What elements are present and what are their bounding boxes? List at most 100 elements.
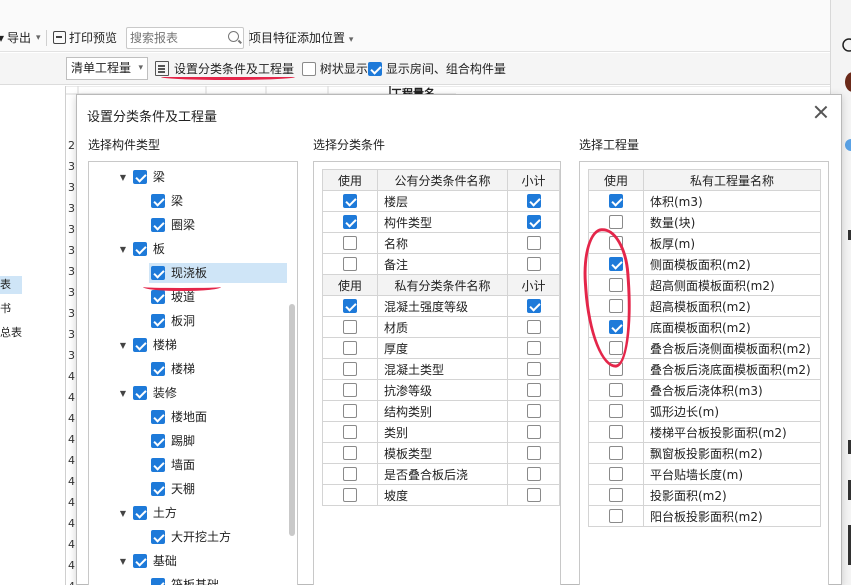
table-row[interactable]: 备注	[322, 253, 560, 275]
use-checkbox[interactable]	[343, 446, 357, 460]
use-checkbox[interactable]	[609, 383, 623, 397]
use-checkbox[interactable]	[343, 236, 357, 250]
tree-node[interactable]: 墙面	[151, 455, 195, 475]
use-checkbox[interactable]	[343, 257, 357, 271]
subtotal-cell[interactable]	[507, 316, 560, 338]
table-row[interactable]: 是否叠合板后浇	[322, 463, 560, 485]
use-cell[interactable]	[322, 484, 378, 506]
subtotal-cell[interactable]	[507, 400, 560, 422]
subtotal-checkbox[interactable]	[526, 425, 541, 439]
tree-node[interactable]: 现浇板	[149, 263, 287, 283]
use-cell[interactable]	[322, 211, 378, 233]
use-cell[interactable]	[322, 463, 378, 485]
subtotal-checkbox[interactable]	[526, 446, 541, 460]
use-checkbox[interactable]	[343, 341, 357, 355]
table-row[interactable]: 弧形边长(m)	[588, 400, 821, 422]
tree-node[interactable]: 筏板基础	[151, 575, 219, 585]
expand-arrow-icon[interactable]: ▼	[117, 552, 129, 572]
table-row[interactable]: 材质	[322, 316, 560, 338]
subtotal-checkbox[interactable]	[526, 488, 541, 502]
use-cell[interactable]	[588, 379, 644, 401]
use-checkbox[interactable]	[609, 404, 623, 418]
tree-node-checkbox[interactable]	[132, 242, 147, 256]
use-checkbox[interactable]	[343, 194, 357, 208]
table-row[interactable]: 楼层	[322, 190, 560, 212]
export-button[interactable]: 导出	[7, 28, 31, 48]
use-checkbox[interactable]	[343, 299, 357, 313]
use-checkbox[interactable]	[343, 467, 357, 481]
show-room-toggle[interactable]: 显示房间、组合构件量	[368, 59, 506, 79]
table-row[interactable]: 类别	[322, 421, 560, 443]
tree-node[interactable]: 板洞	[151, 311, 195, 331]
subtotal-checkbox[interactable]	[526, 299, 541, 313]
table-row[interactable]: 飘窗板投影面积(m2)	[588, 442, 821, 464]
use-cell[interactable]	[322, 190, 378, 212]
table-row[interactable]: 混凝土类型	[322, 358, 560, 380]
tree-node[interactable]: 圈梁	[151, 215, 195, 235]
list-quantity-dropdown[interactable]: 清单工程量 ▾	[66, 57, 148, 80]
use-cell[interactable]	[588, 463, 644, 485]
table-row[interactable]: 坡度	[322, 484, 560, 506]
subtotal-checkbox[interactable]	[526, 194, 541, 208]
close-icon[interactable]	[813, 104, 829, 120]
table-row[interactable]: 数量(块)	[588, 211, 821, 233]
tree-node-checkbox[interactable]	[132, 170, 147, 184]
use-checkbox[interactable]	[343, 425, 357, 439]
use-cell[interactable]	[588, 190, 644, 212]
use-cell[interactable]	[322, 400, 378, 422]
use-checkbox[interactable]	[609, 425, 623, 439]
tree-node-checkbox[interactable]	[151, 578, 165, 585]
use-cell[interactable]	[322, 337, 378, 359]
tree-node[interactable]: 大开挖土方	[151, 527, 231, 547]
use-cell[interactable]	[588, 484, 644, 506]
tree-node-checkbox[interactable]	[132, 506, 147, 520]
item-feature-position-dropdown[interactable]: 项目特征添加位置 ▾	[249, 28, 353, 48]
table-row[interactable]: 厚度	[322, 337, 560, 359]
tree-node[interactable]: ▼ 梁	[117, 167, 165, 187]
use-cell[interactable]	[322, 358, 378, 380]
subtotal-checkbox[interactable]	[526, 341, 541, 355]
use-checkbox[interactable]	[343, 320, 357, 334]
use-cell[interactable]	[322, 295, 378, 317]
tree-display-checkbox[interactable]	[302, 62, 316, 76]
tree-node-checkbox[interactable]	[151, 266, 165, 280]
table-row[interactable]: 叠合板后浇体积(m3)	[588, 379, 821, 401]
subtotal-checkbox[interactable]	[526, 215, 541, 229]
table-row[interactable]: 叠合板后浇底面模板面积(m2)	[588, 358, 821, 380]
table-row[interactable]: 混凝土强度等级	[322, 295, 560, 317]
use-cell[interactable]	[322, 442, 378, 464]
show-room-checkbox[interactable]	[368, 62, 382, 76]
subtotal-checkbox[interactable]	[526, 467, 541, 481]
subtotal-cell[interactable]	[507, 463, 560, 485]
use-cell[interactable]	[322, 421, 378, 443]
expand-arrow-icon[interactable]: ▼	[117, 240, 129, 260]
table-row[interactable]: 体积(m3)	[588, 190, 821, 212]
use-checkbox[interactable]	[343, 488, 357, 502]
subtotal-cell[interactable]	[507, 337, 560, 359]
subtotal-checkbox[interactable]	[526, 362, 541, 376]
subtotal-cell[interactable]	[507, 379, 560, 401]
tree-node[interactable]: 梁	[151, 191, 183, 211]
subtotal-checkbox[interactable]	[526, 383, 541, 397]
subtotal-cell[interactable]	[507, 211, 560, 233]
tree-node[interactable]: ▼ 基础	[117, 551, 177, 571]
tree-node[interactable]: 踢脚	[151, 431, 195, 451]
expand-arrow-icon[interactable]: ▼	[117, 336, 129, 356]
tree-node-checkbox[interactable]	[151, 314, 165, 328]
tree-node-checkbox[interactable]	[151, 218, 165, 232]
tree-node[interactable]: 天棚	[151, 479, 195, 499]
subtotal-cell[interactable]	[507, 253, 560, 275]
tree-node-checkbox[interactable]	[151, 362, 165, 376]
report-search-box[interactable]	[126, 27, 244, 49]
tree-node[interactable]: ▼ 装修	[117, 383, 177, 403]
subtotal-checkbox[interactable]	[526, 236, 541, 250]
subtotal-cell[interactable]	[507, 358, 560, 380]
use-checkbox[interactable]	[609, 194, 623, 208]
tree-node[interactable]: 楼地面	[151, 407, 207, 427]
table-row[interactable]: 投影面积(m2)	[588, 484, 821, 506]
subtotal-checkbox[interactable]	[526, 404, 541, 418]
table-row[interactable]: 阳台板投影面积(m2)	[588, 505, 821, 527]
table-row[interactable]: 结构类别	[322, 400, 560, 422]
tree-node[interactable]: ▼ 板	[117, 239, 165, 259]
tree-node-checkbox[interactable]	[151, 530, 165, 544]
